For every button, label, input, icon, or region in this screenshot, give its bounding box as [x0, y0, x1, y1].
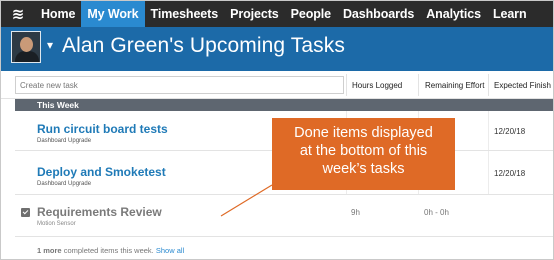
- app-window: ≋ Home My Work Timesheets Projects Peopl…: [0, 0, 554, 260]
- table-row[interactable]: Requirements Review Motion Sensor 9h 0h …: [15, 195, 553, 237]
- callout-line: at the bottom of this: [299, 143, 428, 159]
- nav-item-timesheets[interactable]: Timesheets: [145, 1, 225, 27]
- task-hours-logged: 9h: [351, 208, 360, 217]
- task-project: Dashboard Upgrade: [37, 181, 92, 187]
- nav-item-people[interactable]: People: [285, 1, 337, 27]
- page-header: ▾ Alan Green's Upcoming Tasks: [1, 27, 553, 71]
- avatar[interactable]: [11, 31, 41, 63]
- column-divider: [418, 74, 419, 96]
- column-hours-logged[interactable]: Hours Logged: [352, 81, 402, 90]
- task-name-link[interactable]: Run circuit board tests: [37, 122, 168, 136]
- task-project: Motion Sensor: [37, 221, 76, 227]
- task-table-header: Hours Logged Remaining Effort Expected F…: [1, 71, 553, 99]
- completed-items-summary: 1 more completed items this week. Show a…: [37, 246, 184, 255]
- task-expected-finish: 12/20/18: [494, 127, 526, 136]
- top-nav: ≋ Home My Work Timesheets Projects Peopl…: [1, 1, 553, 27]
- column-divider: [488, 111, 489, 150]
- show-all-link[interactable]: Show all: [156, 246, 184, 255]
- nav-item-analytics[interactable]: Analytics: [420, 1, 487, 27]
- nav-item-dashboards[interactable]: Dashboards: [337, 1, 420, 27]
- page-title: Alan Green's Upcoming Tasks: [62, 34, 345, 57]
- avatar-body: [15, 51, 39, 62]
- callout-line: Done items displayed: [294, 125, 433, 141]
- user-menu-caret-icon[interactable]: ▾: [47, 38, 53, 52]
- app-logo-icon[interactable]: ≋: [1, 1, 35, 27]
- task-remaining-effort: 0h - 0h: [424, 208, 449, 217]
- nav-item-my-work[interactable]: My Work: [81, 1, 145, 27]
- nav-item-projects[interactable]: Projects: [224, 1, 285, 27]
- section-header-this-week: This Week: [15, 99, 553, 111]
- task-expected-finish: 12/20/18: [494, 169, 526, 178]
- column-divider: [488, 151, 489, 194]
- task-name-link[interactable]: Requirements Review: [37, 205, 162, 219]
- new-task-input[interactable]: [15, 76, 344, 94]
- task-done-checkbox[interactable]: [21, 208, 30, 217]
- callout-annotation: Done items displayed at the bottom of th…: [272, 118, 455, 190]
- nav-item-home[interactable]: Home: [35, 1, 81, 27]
- task-project: Dashboard Upgrade: [37, 138, 92, 144]
- callout-line: week’s tasks: [322, 161, 405, 177]
- column-expected-finish[interactable]: Expected Finish: [494, 81, 551, 90]
- task-name-link[interactable]: Deploy and Smoketest: [37, 165, 166, 179]
- column-remaining-effort[interactable]: Remaining Effort: [425, 81, 484, 90]
- completed-count: 1 more: [37, 246, 62, 255]
- section-label: This Week: [37, 100, 79, 110]
- column-divider: [346, 74, 347, 96]
- avatar-face: [20, 37, 33, 52]
- column-divider: [488, 74, 489, 96]
- completed-summary-text: completed items this week.: [63, 246, 154, 255]
- nav-item-learn[interactable]: Learn: [487, 1, 533, 27]
